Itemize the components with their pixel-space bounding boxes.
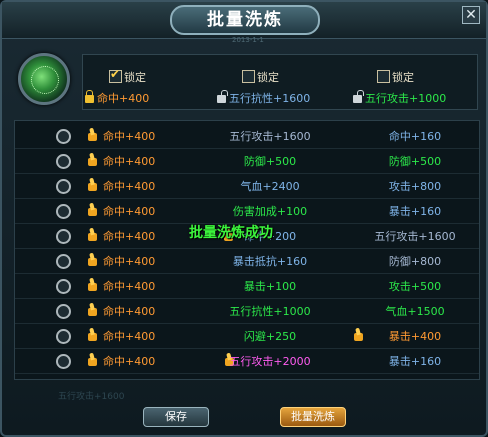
close-button[interactable]: ✕ [462, 6, 480, 24]
attr-cell-1: 气血+2400 [240, 180, 300, 193]
window-title: 批量洗炼 [170, 5, 320, 35]
thumbs-up-icon [85, 278, 98, 291]
locked-attr-cell: 命中+400 [103, 330, 156, 343]
thumbs-up-icon [85, 303, 98, 316]
locked-attr-cell: 命中+400 [103, 130, 156, 143]
thumbs-up-icon [85, 203, 98, 216]
result-row[interactable]: 命中+400 五行抗性+1000 气血+1500 [15, 298, 479, 324]
faded-background-text: 五行攻击+1600 [58, 392, 125, 402]
locked-attr-cell: 命中+400 [103, 180, 156, 193]
attr-cell-1: 五行攻击+1600 [229, 130, 311, 143]
lock-checkbox-3[interactable]: 锁定 [377, 69, 414, 85]
locked-attr: 五行攻击+1000 [365, 92, 447, 105]
lock-checkbox-1[interactable]: 锁定 [109, 67, 146, 85]
select-radio[interactable] [56, 204, 71, 219]
refine-results-list: 命中+400 五行攻击+1600 命中+160 命中+400 防御+500 防御+500 命… [14, 120, 480, 380]
attr-cell-2: 暴击+400 [388, 330, 442, 343]
attr-cell-2: 气血+1500 [385, 305, 445, 318]
lock-label: 锁定 [124, 71, 146, 84]
result-row[interactable]: 命中+400 气血+2400 攻击+800 [15, 173, 479, 199]
attr-cell-2: 命中+160 [388, 130, 442, 143]
select-radio[interactable] [56, 179, 71, 194]
attr-cell-1: 五行抗性+1000 [229, 305, 311, 318]
locked-attr-cell: 命中+400 [103, 155, 156, 168]
locked-attr-cell: 命中+400 [103, 205, 156, 218]
batch-refine-button[interactable]: 批量洗炼 [280, 407, 346, 427]
title-subtext: 2013-1-1 [232, 36, 264, 44]
locked-attr-cell: 命中+400 [103, 255, 156, 268]
thumbs-up-icon [85, 253, 98, 266]
success-message: 批量洗炼成功 [189, 225, 273, 241]
refine-orb-icon [18, 53, 70, 105]
padlock-closed-icon [85, 90, 94, 103]
attr-cell-2: 攻击+500 [388, 280, 442, 293]
select-radio[interactable] [56, 254, 71, 269]
locked-attr-cell: 命中+400 [103, 305, 156, 318]
attr-cell-1: 暴击+100 [243, 280, 297, 293]
select-radio[interactable] [56, 329, 71, 344]
lock-slot-1: 锁定 命中+400 [83, 55, 213, 109]
padlock-open-icon [353, 90, 364, 103]
lock-checkbox-2[interactable]: 锁定 [242, 69, 279, 85]
locked-attr-cell: 命中+400 [103, 280, 156, 293]
attr-cell-2: 五行攻击+1600 [374, 230, 456, 243]
attr-cell-1: 暴击抵抗+160 [232, 255, 308, 268]
checkbox-unchecked-icon[interactable] [242, 70, 255, 83]
checkbox-checked-icon[interactable] [109, 67, 122, 83]
select-radio[interactable] [56, 354, 71, 369]
result-row[interactable]: 命中+400 防御+500 防御+500 [15, 148, 479, 174]
attr-cell-1: 五行攻击+2000 [229, 355, 311, 368]
lock-label: 锁定 [392, 71, 414, 84]
select-radio[interactable] [56, 129, 71, 144]
attr-cell-1: 伤害加成+100 [232, 205, 308, 218]
attr-cell-2: 防御+500 [388, 155, 442, 168]
locked-attr: 命中+400 [97, 92, 150, 105]
lock-slot-3: 锁定 五行攻击+1000 [347, 55, 477, 109]
attr-cell-1: 防御+500 [243, 155, 297, 168]
result-row[interactable]: 命中+400 暴击抵抗+160 防御+800 [15, 248, 479, 274]
lock-panel: 锁定 命中+400 锁定 五行抗性+1600 锁定 五行攻击+1000 [82, 54, 478, 110]
thumbs-up-icon [85, 178, 98, 191]
attr-cell-2: 防御+800 [388, 255, 442, 268]
save-button[interactable]: 保存 [143, 407, 209, 427]
result-row[interactable]: 命中+400 伤害加成+100 暴击+160 [15, 198, 479, 224]
batch-refine-window: 批量洗炼 ✕ 2013-1-1 锁定 命中+400 锁定 五行抗性+1600 锁… [0, 0, 488, 437]
attr-cell-1: 闪避+250 [243, 330, 297, 343]
select-radio[interactable] [56, 304, 71, 319]
padlock-open-icon [217, 90, 228, 103]
locked-attr-cell: 命中+400 [103, 230, 156, 243]
result-row[interactable]: 命中+400 暴击+100 攻击+500 [15, 273, 479, 299]
lock-slot-2: 锁定 五行抗性+1600 [213, 55, 343, 109]
lock-label: 锁定 [257, 71, 279, 84]
result-row[interactable]: 命中+400 闪避+250 暴击+400 [15, 323, 479, 349]
attr-cell-2: 暴击+160 [388, 205, 442, 218]
thumbs-up-icon [85, 153, 98, 166]
locked-attr: 五行抗性+1600 [229, 92, 311, 105]
result-row[interactable]: 命中+400 五行攻击+1600 命中+160 [15, 123, 479, 149]
select-radio[interactable] [56, 279, 71, 294]
thumbs-up-icon [85, 228, 98, 241]
thumbs-up-icon [85, 353, 98, 366]
checkbox-unchecked-icon[interactable] [377, 70, 390, 83]
thumbs-up-icon [85, 328, 98, 341]
title-bar: 批量洗炼 ✕ [2, 2, 486, 39]
locked-attr-cell: 命中+400 [103, 355, 156, 368]
select-radio[interactable] [56, 154, 71, 169]
result-row[interactable]: 命中+400 五行攻击+2000 暴击+160 [15, 348, 479, 374]
attr-cell-2: 暴击+160 [388, 355, 442, 368]
thumbs-up-icon [85, 128, 98, 141]
attr-cell-2: 攻击+800 [388, 180, 442, 193]
select-radio[interactable] [56, 229, 71, 244]
